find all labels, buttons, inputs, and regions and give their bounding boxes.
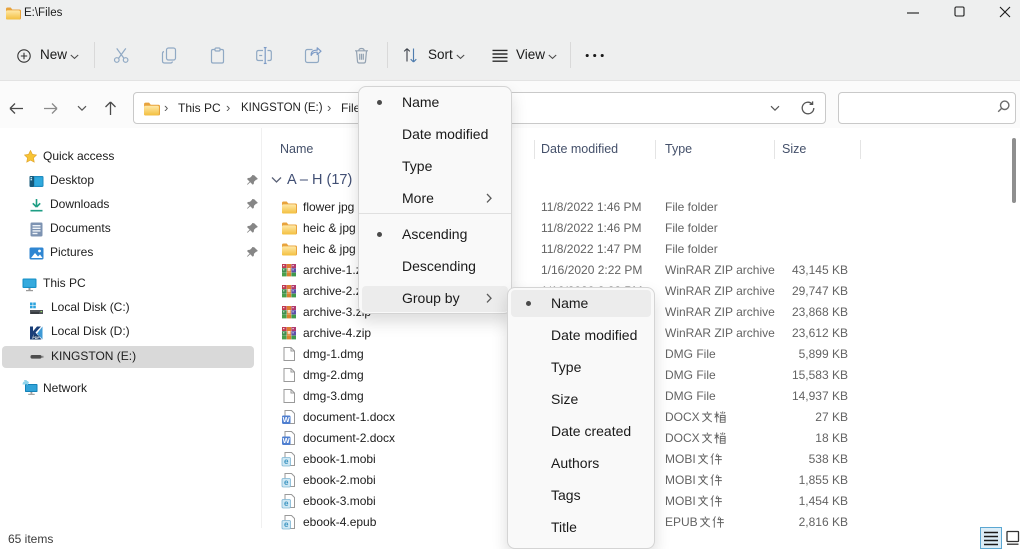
svg-text:PDF: PDF <box>32 336 40 340</box>
